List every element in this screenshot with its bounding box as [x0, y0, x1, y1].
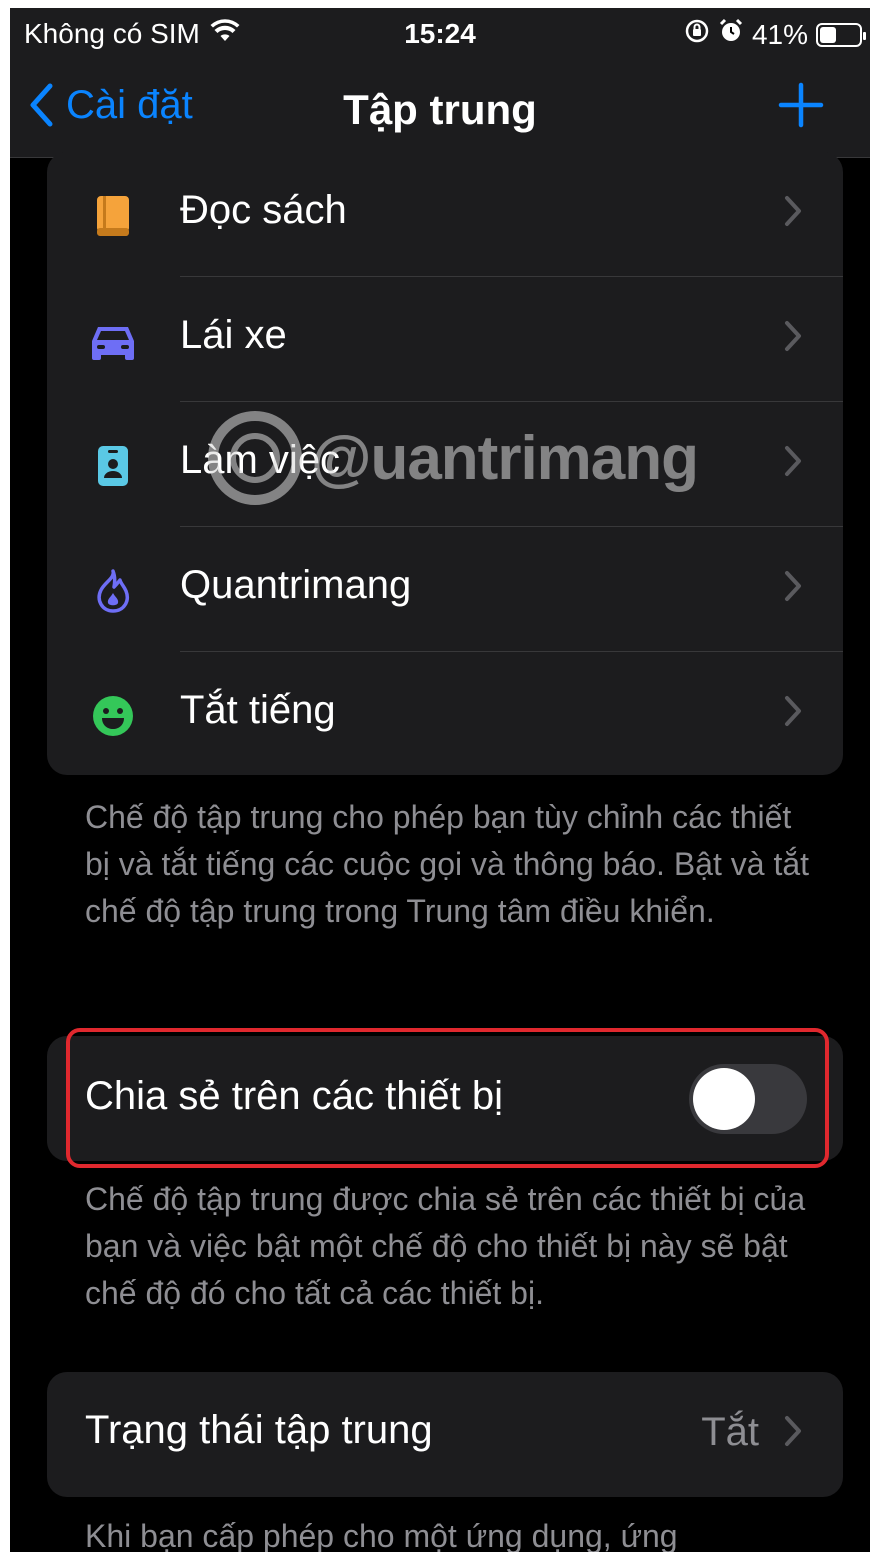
battery-percent: 41% — [751, 18, 808, 50]
chevron-right-icon — [783, 1414, 803, 1453]
focus-mode-mute[interactable]: Tắt tiếng — [47, 652, 843, 775]
focus-modes-list: Đọc sách Lái xe Làm việc Quantrimang Tắt… — [47, 152, 843, 775]
plus-icon — [778, 82, 824, 128]
add-button[interactable] — [778, 82, 824, 133]
focus-mode-label: Lái xe — [180, 313, 287, 357]
focus-status-description: Khi bạn cấp phép cho một ứng dụng, ứng — [85, 1518, 678, 1552]
battery-fill — [820, 26, 836, 43]
alarm-icon — [718, 18, 744, 51]
focus-mode-work[interactable]: Làm việc — [47, 402, 843, 527]
share-across-devices-row: Chia sẻ trên các thiết bị — [47, 1036, 843, 1161]
share-description: Chế độ tập trung được chia sẻ trên các t… — [85, 1181, 806, 1311]
car-icon — [87, 315, 139, 367]
status-right: 41% — [684, 18, 866, 51]
focus-description: Chế độ tập trung cho phép bạn tùy chỉnh … — [85, 799, 810, 929]
focus-mode-label: Tắt tiếng — [180, 688, 336, 732]
orientation-lock-icon — [684, 18, 710, 51]
book-icon — [87, 190, 139, 242]
chevron-right-icon — [783, 444, 803, 483]
flame-icon — [87, 565, 139, 617]
focus-status-group: Trạng thái tập trung Tắt — [47, 1372, 843, 1497]
status-bar: Không có SIM 15:24 41% — [10, 8, 870, 64]
phone-screen: Không có SIM 15:24 41% Cài đặt Tập trung… — [10, 8, 870, 1552]
share-across-devices-group: Chia sẻ trên các thiết bị — [47, 1036, 843, 1161]
focus-status-value: Tắt — [701, 1410, 759, 1454]
chevron-right-icon — [783, 694, 803, 733]
focus-status-label: Trạng thái tập trung — [85, 1408, 433, 1452]
battery-icon — [816, 22, 866, 47]
toggle-knob — [693, 1068, 755, 1130]
chevron-right-icon — [783, 319, 803, 358]
share-across-devices-label: Chia sẻ trên các thiết bị — [85, 1074, 503, 1118]
smiley-icon — [87, 690, 139, 742]
id-badge-icon — [87, 440, 139, 492]
chevron-right-icon — [783, 569, 803, 608]
focus-mode-reading[interactable]: Đọc sách — [47, 152, 843, 277]
share-across-devices-toggle[interactable] — [689, 1064, 807, 1134]
focus-mode-quantrimang[interactable]: Quantrimang — [47, 527, 843, 652]
chevron-right-icon — [783, 194, 803, 233]
focus-mode-label: Làm việc — [180, 438, 341, 482]
page-title: Tập trung — [343, 86, 537, 133]
nav-bar: Cài đặt Tập trung — [10, 64, 870, 158]
focus-mode-label: Quantrimang — [180, 563, 412, 607]
focus-status-row[interactable]: Trạng thái tập trung Tắt — [47, 1372, 843, 1497]
focus-mode-driving[interactable]: Lái xe — [47, 277, 843, 402]
focus-mode-label: Đọc sách — [180, 188, 347, 232]
